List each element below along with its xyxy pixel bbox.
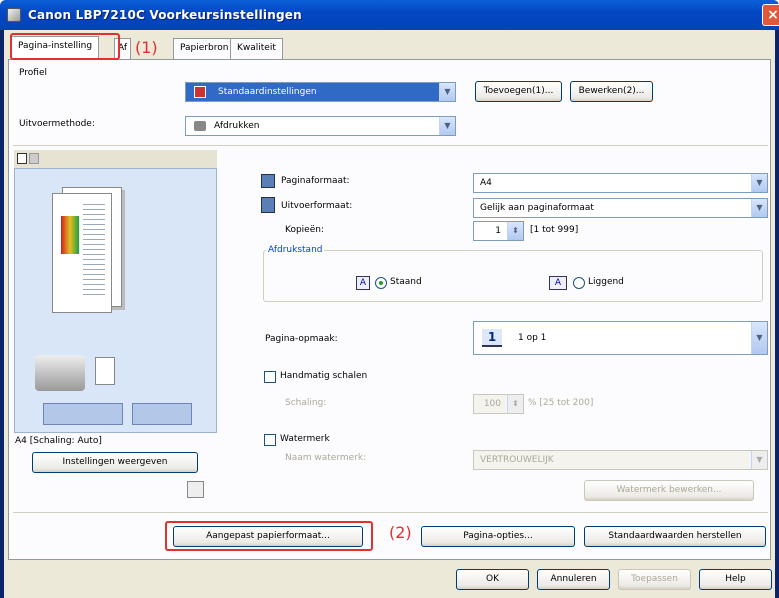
pagesize-value: A4 [480,178,492,188]
preview-text-lines [83,204,105,299]
window-title: Canon LBP7210C Voorkeursinstellingen [28,8,302,22]
landscape-radio[interactable] [573,277,585,289]
ok-button[interactable]: OK [456,569,529,590]
layout-icon: 1 [482,329,502,347]
orientation-group [263,250,763,302]
uitvoer-value: Afdrukken [214,121,260,131]
orientation-title: Afdrukstand [266,245,325,255]
output-label: Uitvoerformaat: [281,201,353,211]
profiel-label: Profiel [19,68,47,78]
paper-stack-icon [95,357,115,385]
portrait-radio[interactable] [375,277,387,289]
watermark-checkbox[interactable] [264,434,276,446]
cancel-button[interactable]: Annuleren [537,569,610,590]
preview-color-block [61,216,79,254]
dialog-body: Pagina-instelling Af Papierbron Kwalitei… [4,30,775,598]
watermark-select[interactable]: VERTROUWELIJK ▼ [473,450,768,470]
profile-icon [194,86,206,98]
pagesize-select[interactable]: A4 ▼ [473,173,768,193]
orientation-toggle-icon[interactable] [43,403,123,425]
layout-label: Pagina-opmaak: [265,334,338,344]
layout-value: 1 op 1 [518,333,547,343]
scale-value: 100 [483,399,501,409]
preview-status: A4 [Schaling: Auto] [15,436,102,446]
scale-label: Schaling: [285,398,327,408]
pagesize-label: Paginaformaat: [281,176,350,186]
profiel-select[interactable]: Standaardinstellingen ▼ [185,82,456,102]
chevron-down-icon: ▼ [751,451,767,469]
portrait-icon: A [356,276,370,290]
callout-1: (1) [133,38,160,57]
manual-scale-checkbox[interactable] [264,371,276,383]
output-select[interactable]: Gelijk aan paginaformaat ▼ [473,198,768,218]
preview-header [14,150,217,168]
highlight-box-1 [10,33,120,60]
callout-2: (2) [389,523,412,542]
layout-select[interactable]: 1 1 op 1 ▼ [473,321,768,355]
printer-app-icon [7,8,21,22]
uitvoer-select[interactable]: Afdrukken ▼ [185,116,456,136]
chevron-down-icon: ▼ [751,322,767,354]
view-settings-button[interactable]: Instellingen weergeven [32,452,198,473]
chevron-down-icon: ▼ [439,117,455,135]
output-size-icon [261,197,275,213]
uitvoer-label: Uitvoermethode: [19,119,95,129]
portrait-label: Staand [390,277,422,287]
watermark-label: Watermerk [280,434,330,444]
manual-scale-label: Handmatig schalen [280,371,368,381]
restore-defaults-button[interactable]: Standaardwaarden herstellen [584,526,766,547]
preview-area [14,168,217,433]
copies-label: Kopieën: [285,225,324,235]
duplex-toggle-icon[interactable] [132,403,192,425]
watermark-name: VERTROUWELIJK [480,455,554,465]
printer-icon [194,121,206,131]
landscape-label: Liggend [588,277,624,287]
add-profile-button[interactable]: Toevoegen(1)... [475,81,562,102]
tab-kwaliteit[interactable]: Kwaliteit [230,38,283,59]
close-button[interactable]: × [762,4,779,26]
watermark-name-label: Naam watermerk: [285,453,367,463]
spin-icon: ⬍ [507,395,523,413]
spin-icon[interactable]: ⬍ [507,222,523,240]
separator [13,145,768,146]
preview-page [52,193,112,313]
printer-preferences-window: Canon LBP7210C Voorkeursinstellingen × P… [0,0,779,598]
copies-value: 1 [495,226,501,236]
chevron-down-icon: ▼ [751,199,767,217]
landscape-icon: A [549,276,567,290]
scale-range: % [25 tot 200] [528,398,594,408]
page-view-icon[interactable] [17,153,27,164]
printer-view-icon[interactable] [29,153,39,164]
copies-spinner[interactable]: 1 ⬍ [473,221,524,241]
tab-papierbron[interactable]: Papierbron [173,38,236,59]
edit-watermark-button[interactable]: Watermerk bewerken... [584,480,754,501]
highlight-box-2 [165,521,373,551]
page-options-button[interactable]: Pagina-opties... [421,526,575,547]
apply-button[interactable]: Toepassen [618,569,691,590]
profiel-value: Standaardinstellingen [218,87,317,97]
chevron-down-icon: ▼ [751,174,767,192]
output-value: Gelijk aan paginaformaat [480,203,594,213]
tab-panel: Profiel Standaardinstellingen ▼ Toevoege… [8,59,771,560]
scale-spinner[interactable]: 100 ⬍ [473,394,524,414]
printer-icon [35,355,85,391]
chevron-down-icon: ▼ [439,83,455,101]
edit-profile-button[interactable]: Bewerken(2)... [570,81,653,102]
help-button[interactable]: Help [699,569,772,590]
title-bar: Canon LBP7210C Voorkeursinstellingen × [0,0,779,30]
separator [13,512,768,513]
paper-sizes-icon[interactable] [187,481,204,498]
copies-range: [1 tot 999] [530,225,579,235]
page-size-icon [261,174,275,188]
